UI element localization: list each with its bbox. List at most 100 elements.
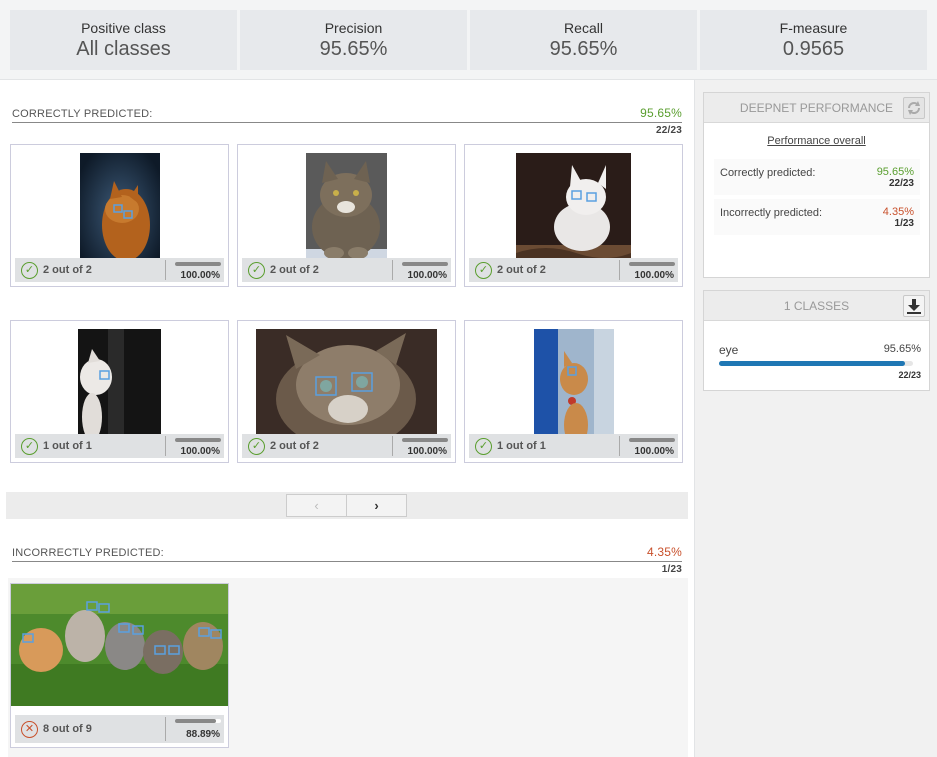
section-pct: 95.65% bbox=[640, 106, 682, 120]
x-circle-icon: ✕ bbox=[21, 721, 38, 738]
card-footer: ✓ 1 out of 1 100.00% bbox=[469, 434, 678, 458]
card-pct: 88.89% bbox=[186, 729, 220, 740]
section-count: 22/23 bbox=[655, 125, 682, 136]
check-circle-icon: ✓ bbox=[475, 438, 492, 455]
card-pct: 100.00% bbox=[407, 446, 447, 457]
metric-positive-class: Positive class All classes bbox=[10, 10, 237, 70]
metric-value: 0.9565 bbox=[782, 38, 845, 60]
sidebar: DEEPNET PERFORMANCE Performance overall … bbox=[694, 80, 937, 757]
check-circle-icon: ✓ bbox=[248, 262, 265, 279]
card-footer: ✓ 1 out of 1 100.00% bbox=[15, 434, 224, 458]
card-count: 1 out of 1 bbox=[497, 440, 546, 452]
check-circle-icon: ✓ bbox=[21, 438, 38, 455]
prediction-card[interactable]: ✓ 2 out of 2 100.00% bbox=[10, 144, 229, 287]
card-count: 2 out of 2 bbox=[270, 440, 319, 452]
progress-fill bbox=[175, 262, 221, 266]
metric-value: All classes bbox=[76, 38, 171, 60]
prediction-card[interactable]: ✓ 1 out of 1 100.00% bbox=[10, 320, 229, 463]
section-pct: 4.35% bbox=[646, 545, 682, 559]
card-footer: ✓ 2 out of 2 100.00% bbox=[242, 434, 451, 458]
panel-header: DEEPNET PERFORMANCE bbox=[704, 93, 929, 123]
panel-title: DEEPNET PERFORMANCE bbox=[739, 101, 894, 115]
prediction-card[interactable]: ✓ 1 out of 1 100.00% bbox=[464, 320, 683, 463]
label: Correctly predicted: bbox=[720, 167, 816, 179]
card-count: 2 out of 2 bbox=[43, 264, 92, 276]
card-pct: 100.00% bbox=[407, 270, 447, 281]
metric-label: Precision bbox=[324, 20, 383, 36]
card-pct: 100.00% bbox=[180, 446, 220, 457]
section-count: 1/23 bbox=[661, 564, 682, 575]
check-circle-icon: ✓ bbox=[248, 438, 265, 455]
correct-pct: 95.65% bbox=[876, 166, 914, 178]
check-circle-icon: ✓ bbox=[21, 262, 38, 279]
progress-bar bbox=[629, 262, 675, 266]
metric-label: Recall bbox=[564, 20, 603, 36]
performance-overall-link[interactable]: Performance overall bbox=[704, 135, 929, 147]
label: Incorrectly predicted: bbox=[720, 207, 823, 219]
prev-page-button[interactable]: ‹ bbox=[286, 494, 347, 517]
progress-bar bbox=[402, 438, 448, 442]
metric-label: Positive class bbox=[81, 20, 166, 36]
section-title: INCORRECTLY PREDICTED: bbox=[12, 547, 164, 559]
metric-precision: Precision 95.65% bbox=[240, 10, 467, 70]
class-count: 22/23 bbox=[898, 370, 921, 380]
metric-label: F-measure bbox=[779, 20, 848, 36]
metric-recall: Recall 95.65% bbox=[470, 10, 697, 70]
classes-panel: 1 CLASSES eye 95.65% 22/23 bbox=[703, 290, 930, 391]
prediction-card[interactable]: ✓ 2 out of 2 100.00% bbox=[464, 144, 683, 287]
prediction-card[interactable]: ✓ 2 out of 2 100.00% bbox=[237, 144, 456, 287]
progress-fill bbox=[629, 438, 675, 442]
download-button[interactable] bbox=[903, 295, 925, 317]
card-count: 2 out of 2 bbox=[270, 264, 319, 276]
metric-value: 95.65% bbox=[549, 38, 618, 60]
refresh-button[interactable] bbox=[903, 97, 925, 119]
progress-fill bbox=[175, 719, 216, 723]
next-page-button[interactable]: › bbox=[346, 494, 407, 517]
divider bbox=[12, 561, 682, 562]
metric-f-measure: F-measure 0.9565 bbox=[700, 10, 927, 70]
card-footer: ✓ 2 out of 2 100.00% bbox=[242, 258, 451, 282]
card-footer: ✕ 8 out of 9 88.89% bbox=[15, 715, 224, 743]
check-circle-icon: ✓ bbox=[475, 262, 492, 279]
panel-header: 1 CLASSES bbox=[704, 291, 929, 321]
correct-predicted-box: Correctly predicted: 95.65% 22/23 bbox=[714, 159, 920, 195]
card-count: 2 out of 2 bbox=[497, 264, 546, 276]
progress-bar bbox=[402, 262, 448, 266]
class-progress-fill bbox=[719, 361, 905, 366]
incorrect-predicted-box: Incorrectly predicted: 4.35% 1/23 bbox=[714, 199, 920, 235]
incorrect-pct: 4.35% bbox=[882, 206, 914, 218]
card-footer: ✓ 2 out of 2 100.00% bbox=[15, 258, 224, 282]
predictions-panel: CORRECTLY PREDICTED: 95.65% 22/23 ✓ 2 ou… bbox=[0, 80, 694, 757]
download-icon bbox=[907, 299, 921, 314]
panel-title: 1 CLASSES bbox=[783, 299, 850, 313]
incorrect-count: 1/23 bbox=[894, 218, 914, 229]
class-pct: 95.65% bbox=[883, 343, 921, 355]
section-title: CORRECTLY PREDICTED: bbox=[12, 108, 153, 120]
pagination: ‹ › bbox=[6, 492, 688, 519]
progress-fill bbox=[175, 438, 221, 442]
card-count: 8 out of 9 bbox=[43, 723, 92, 735]
correct-count: 22/23 bbox=[888, 178, 914, 189]
progress-bar bbox=[175, 719, 221, 723]
card-pct: 100.00% bbox=[180, 270, 220, 281]
progress-bar bbox=[175, 438, 221, 442]
progress-bar bbox=[175, 262, 221, 266]
cat-image bbox=[11, 584, 228, 706]
class-progress-bar bbox=[719, 361, 913, 366]
card-pct: 100.00% bbox=[634, 446, 674, 457]
class-name: eye bbox=[719, 343, 739, 357]
prediction-card[interactable]: ✓ 2 out of 2 100.00% bbox=[237, 320, 456, 463]
performance-panel: DEEPNET PERFORMANCE Performance overall … bbox=[703, 92, 930, 278]
divider bbox=[12, 122, 682, 123]
progress-fill bbox=[629, 262, 675, 266]
prediction-card[interactable]: ✕ 8 out of 9 88.89% bbox=[10, 583, 229, 748]
refresh-icon bbox=[908, 101, 920, 115]
metric-value: 95.65% bbox=[319, 38, 388, 60]
progress-fill bbox=[402, 262, 448, 266]
progress-fill bbox=[402, 438, 448, 442]
metrics-bar: Positive class All classes Precision 95.… bbox=[0, 0, 937, 80]
card-footer: ✓ 2 out of 2 100.00% bbox=[469, 258, 678, 282]
progress-bar bbox=[629, 438, 675, 442]
card-pct: 100.00% bbox=[634, 270, 674, 281]
card-count: 1 out of 1 bbox=[43, 440, 92, 452]
